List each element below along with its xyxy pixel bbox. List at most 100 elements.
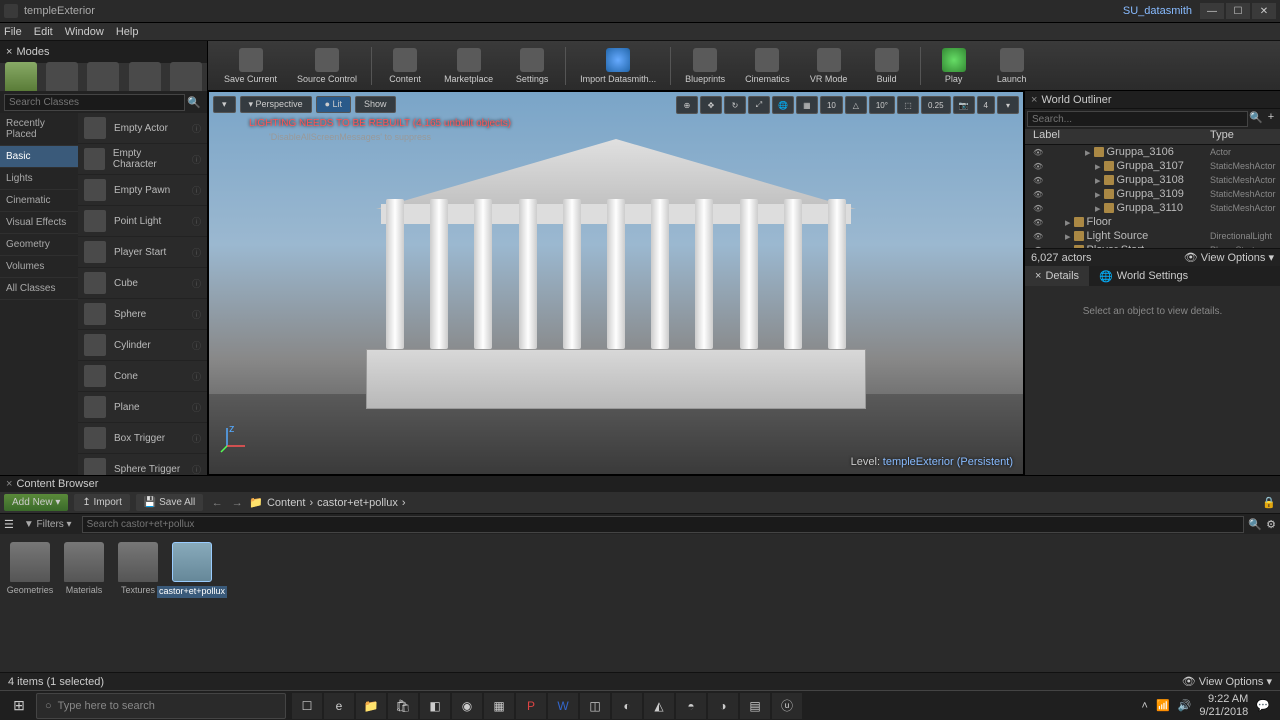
- edge-icon[interactable]: e: [324, 693, 354, 719]
- toolbar-launch-button[interactable]: Launch: [987, 43, 1037, 89]
- cb-forward-icon[interactable]: →: [229, 497, 245, 509]
- tray-volume-icon[interactable]: 🔊: [1178, 699, 1192, 712]
- geometry-mode-icon[interactable]: [170, 62, 202, 94]
- cb-save-all-button[interactable]: 💾 Save All: [136, 494, 203, 511]
- outliner-item[interactable]: 👁▸Gruppa_3110StaticMeshActor: [1025, 201, 1280, 215]
- taskbar-clock[interactable]: 9:22 AM9/21/2018: [1199, 693, 1248, 717]
- cb-item-materials[interactable]: Materials: [62, 542, 106, 596]
- menu-help[interactable]: Help: [116, 26, 139, 38]
- app-icon[interactable]: ◑: [708, 693, 738, 719]
- outliner-item[interactable]: 👁▸Gruppa_3108StaticMeshActor: [1025, 173, 1280, 187]
- app-icon[interactable]: ◭: [644, 693, 674, 719]
- breadcrumb-folder[interactable]: castor+et+pollux: [317, 497, 398, 509]
- toolbar-settings-button[interactable]: Settings: [507, 43, 557, 89]
- cb-item-textures[interactable]: Textures: [116, 542, 160, 596]
- category-volumes[interactable]: Volumes: [0, 256, 78, 278]
- vp-maximize-icon[interactable]: ▾: [997, 96, 1019, 114]
- place-box-trigger[interactable]: Box Triggerⓘ: [78, 423, 207, 454]
- vp-show-button[interactable]: Show: [355, 96, 396, 113]
- landscape-mode-icon[interactable]: [87, 62, 119, 94]
- app-icon[interactable]: ◫: [580, 693, 610, 719]
- place-sphere-trigger[interactable]: Sphere Triggerⓘ: [78, 454, 207, 475]
- vp-menu-button[interactable]: ▾: [213, 96, 236, 113]
- cb-settings-icon[interactable]: ⚙: [1266, 518, 1276, 531]
- vp-world-icon[interactable]: 🌐: [772, 96, 794, 114]
- place-empty-pawn[interactable]: Empty Pawnⓘ: [78, 175, 207, 206]
- vp-perspective-button[interactable]: ▾ Perspective: [240, 96, 312, 113]
- paint-mode-icon[interactable]: [46, 62, 78, 94]
- start-button[interactable]: ⊞: [2, 693, 36, 719]
- toolbar-content-button[interactable]: Content: [380, 43, 430, 89]
- category-all-classes[interactable]: All Classes: [0, 278, 78, 300]
- cb-sources-icon[interactable]: ☰: [4, 518, 14, 531]
- cb-lock-icon[interactable]: 🔒: [1262, 496, 1276, 509]
- place-plane[interactable]: Planeⓘ: [78, 392, 207, 423]
- vp-grid-value[interactable]: 10: [820, 96, 843, 114]
- place-player-start[interactable]: Player Startⓘ: [78, 237, 207, 268]
- vp-grid-snap-icon[interactable]: ▦: [796, 96, 818, 114]
- place-cube[interactable]: Cubeⓘ: [78, 268, 207, 299]
- category-visual-effects[interactable]: Visual Effects: [0, 212, 78, 234]
- category-basic[interactable]: Basic: [0, 146, 78, 168]
- task-view-icon[interactable]: ☐: [292, 693, 322, 719]
- app-icon[interactable]: ◧: [420, 693, 450, 719]
- place-sphere[interactable]: Sphereⓘ: [78, 299, 207, 330]
- outliner-item[interactable]: 👁▸Gruppa_3109StaticMeshActor: [1025, 187, 1280, 201]
- vp-rotate-icon[interactable]: ↻: [724, 96, 746, 114]
- place-cylinder[interactable]: Cylinderⓘ: [78, 330, 207, 361]
- toolbar-build-button[interactable]: Build: [862, 43, 912, 89]
- tray-network-icon[interactable]: 📶: [1156, 699, 1170, 712]
- vp-angle-value[interactable]: 10°: [869, 96, 895, 114]
- place-empty-character[interactable]: Empty Characterⓘ: [78, 144, 207, 175]
- cb-view-options[interactable]: 👁 View Options ▾: [1182, 675, 1272, 688]
- notifications-icon[interactable]: 💬: [1256, 699, 1270, 712]
- unreal-icon[interactable]: ⓤ: [772, 693, 802, 719]
- close-button[interactable]: ✕: [1252, 3, 1276, 19]
- outliner-item[interactable]: 👁▸Floor: [1025, 215, 1280, 229]
- toolbar-vr-mode-button[interactable]: VR Mode: [804, 43, 854, 89]
- outliner-item[interactable]: 👁▸Gruppa_3107StaticMeshActor: [1025, 159, 1280, 173]
- vp-translate-icon[interactable]: ✥: [700, 96, 722, 114]
- vp-camera-speed[interactable]: 4: [977, 96, 995, 114]
- place-empty-actor[interactable]: Empty Actorⓘ: [78, 113, 207, 144]
- toolbar-source-control-button[interactable]: Source Control: [291, 43, 363, 89]
- category-lights[interactable]: Lights: [0, 168, 78, 190]
- taskbar-search[interactable]: ○Type here to search: [36, 693, 286, 719]
- outliner-view-options[interactable]: 👁 View Options ▾: [1184, 251, 1274, 264]
- powerpoint-icon[interactable]: P: [516, 693, 546, 719]
- tab-details[interactable]: ×Details: [1025, 266, 1089, 286]
- menu-file[interactable]: File: [4, 26, 22, 38]
- category-recently-placed[interactable]: Recently Placed: [0, 113, 78, 146]
- place-point-light[interactable]: Point Lightⓘ: [78, 206, 207, 237]
- search-icon[interactable]: 🔍: [185, 96, 203, 109]
- place-cone[interactable]: Coneⓘ: [78, 361, 207, 392]
- menu-window[interactable]: Window: [65, 26, 104, 38]
- cb-add-new-button[interactable]: Add New ▾: [4, 494, 68, 511]
- cb-filters-button[interactable]: ▼ Filters ▾: [18, 517, 78, 532]
- folder-icon[interactable]: 📁: [249, 496, 263, 509]
- modes-panel-tab[interactable]: ×Modes: [0, 41, 207, 63]
- vp-scale-value[interactable]: 0.25: [921, 96, 951, 114]
- outliner-item[interactable]: 👁▸Light SourceDirectionalLight: [1025, 229, 1280, 243]
- word-icon[interactable]: W: [548, 693, 578, 719]
- vp-scale-snap-icon[interactable]: ⬚: [897, 96, 919, 114]
- cb-item-geometries[interactable]: Geometries: [8, 542, 52, 596]
- search-icon[interactable]: 🔍: [1248, 111, 1264, 127]
- toolbar-import-datasmith--button[interactable]: Import Datasmith...: [574, 43, 662, 89]
- outliner-col-type[interactable]: Type: [1210, 129, 1280, 144]
- vp-transform-icon[interactable]: ⊕: [676, 96, 698, 114]
- toolbar-blueprints-button[interactable]: Blueprints: [679, 43, 731, 89]
- tab-world-settings[interactable]: 🌐World Settings: [1089, 266, 1198, 286]
- viewport[interactable]: ▾ ▾ Perspective ● Lit Show ⊕ ✥ ↻ ⤢ 🌐 ▦ 1…: [208, 91, 1024, 475]
- toolbar-play-button[interactable]: Play: [929, 43, 979, 89]
- app-icon[interactable]: ◓: [676, 693, 706, 719]
- cb-back-icon[interactable]: ←: [209, 497, 225, 509]
- outliner-item[interactable]: 👁▸Gruppa_3106Actor: [1025, 145, 1280, 159]
- app-icon[interactable]: ▤: [740, 693, 770, 719]
- minimize-button[interactable]: —: [1200, 3, 1224, 19]
- toolbar-cinematics-button[interactable]: Cinematics: [739, 43, 796, 89]
- vp-camera-icon[interactable]: 📷: [953, 96, 975, 114]
- category-cinematic[interactable]: Cinematic: [0, 190, 78, 212]
- explorer-icon[interactable]: 📁: [356, 693, 386, 719]
- search-icon[interactable]: 🔍: [1248, 518, 1262, 531]
